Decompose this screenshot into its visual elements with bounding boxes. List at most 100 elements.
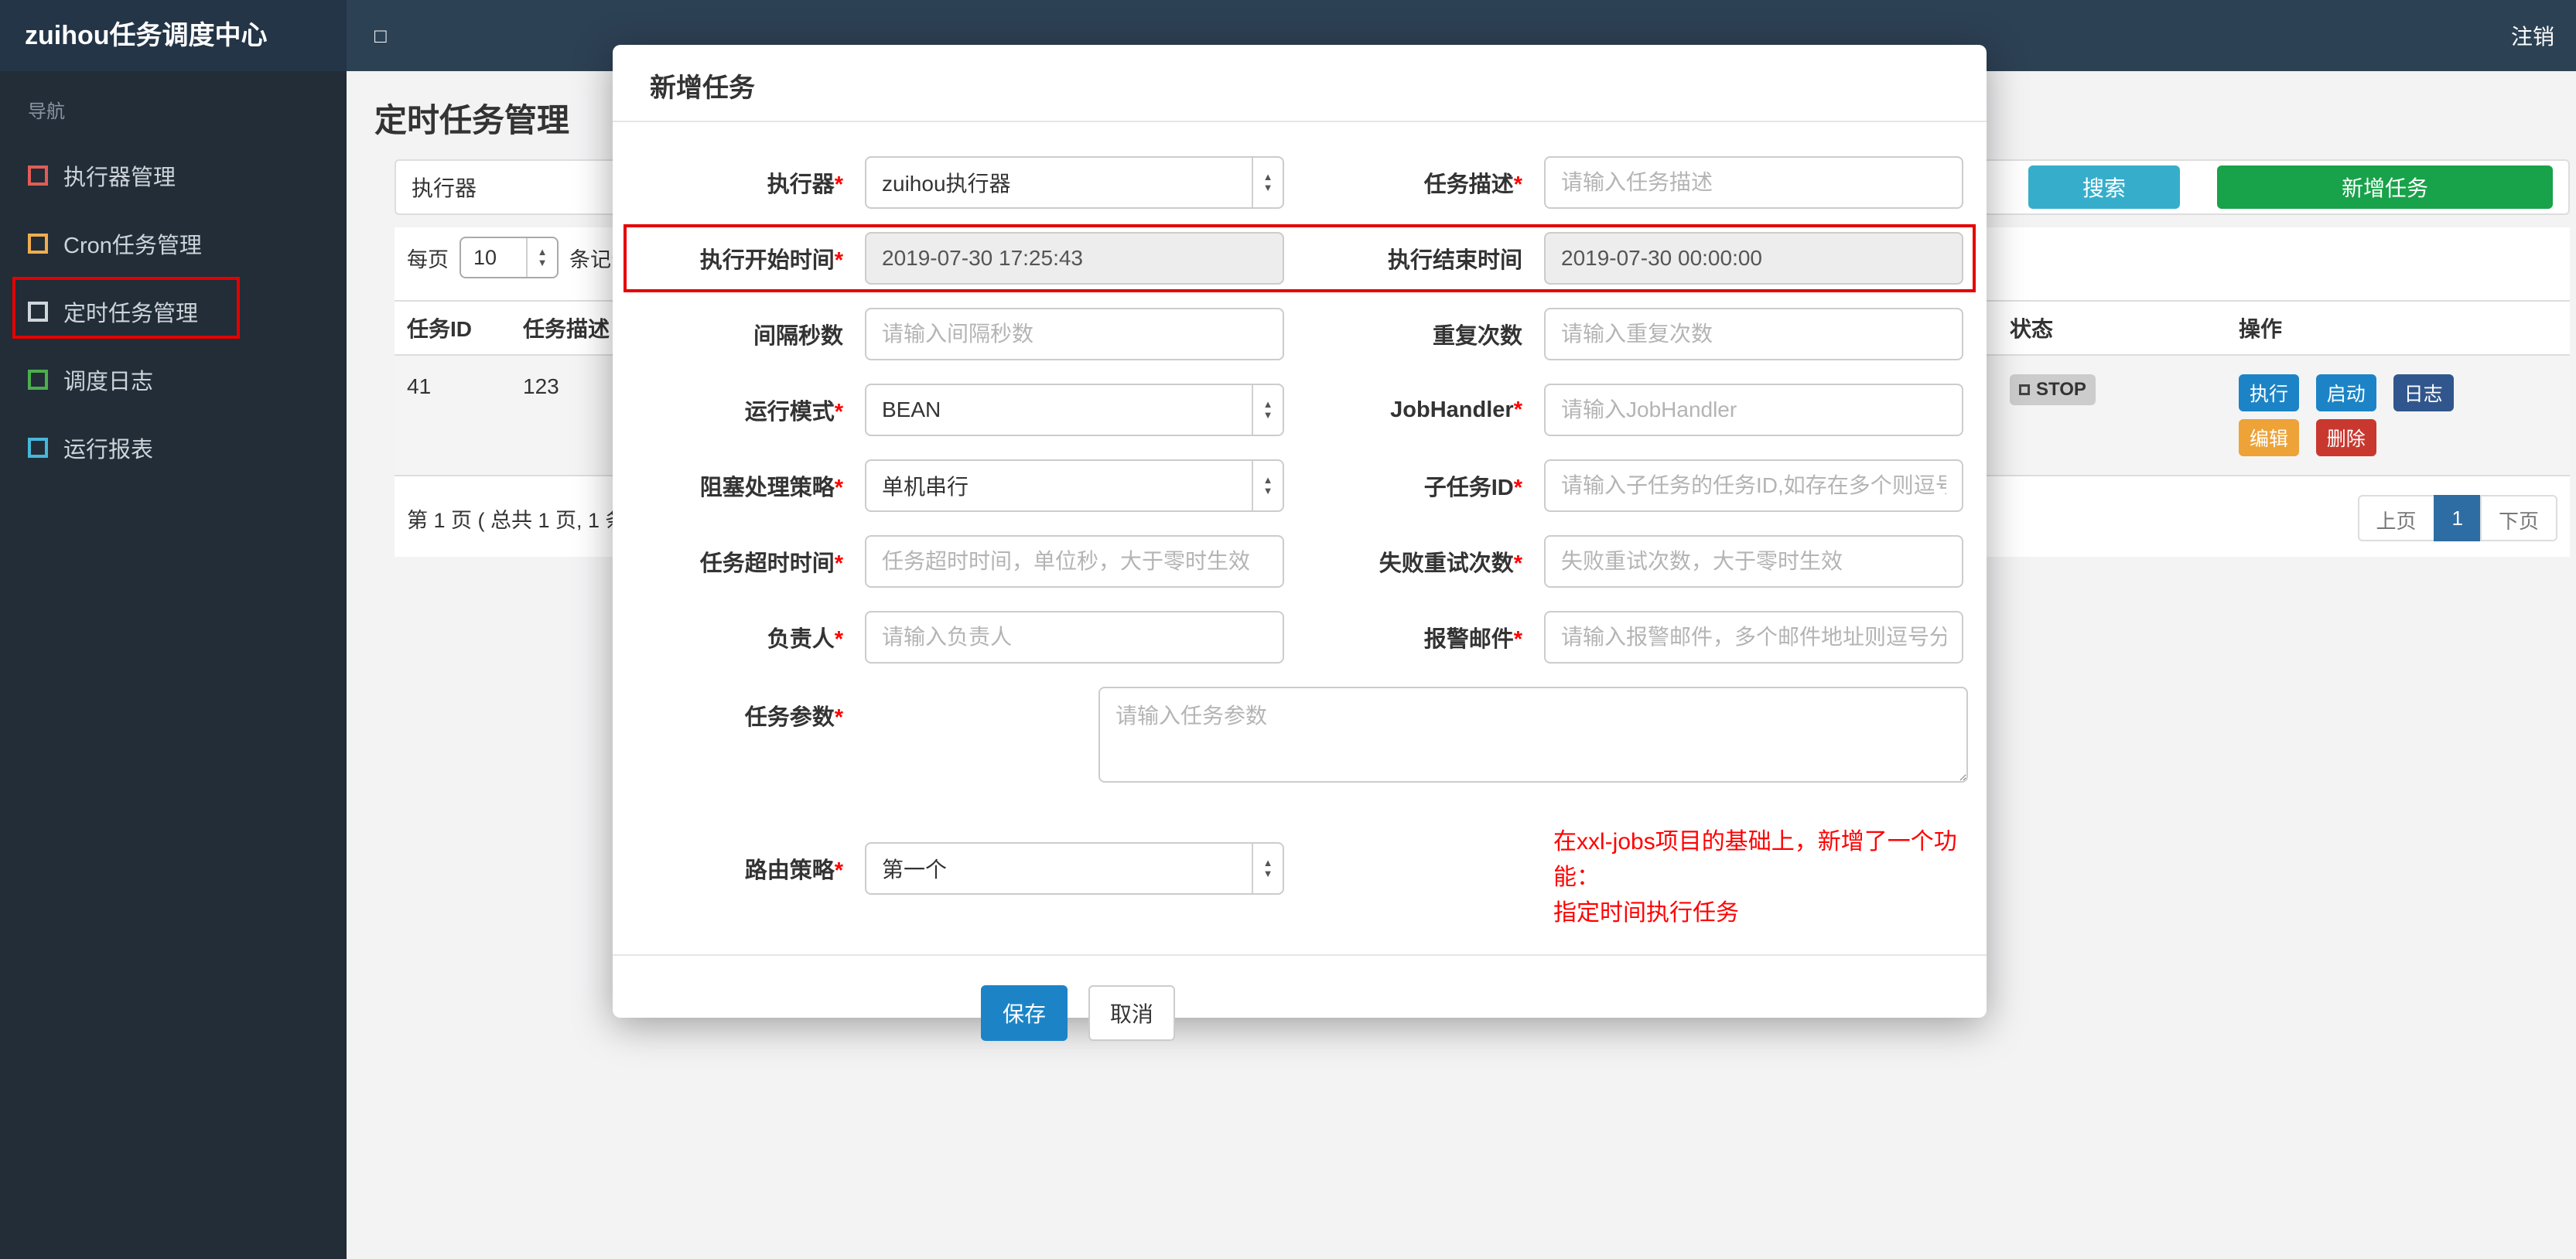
page-title: 定时任务管理: [374, 102, 570, 138]
timeout-input[interactable]: [865, 535, 1284, 588]
search-button[interactable]: 搜索: [2028, 165, 2180, 209]
stop-square-icon: [2019, 384, 2030, 395]
save-button[interactable]: 保存: [981, 985, 1068, 1041]
square-icon: [28, 438, 48, 458]
child-job-id-input[interactable]: [1544, 459, 1963, 512]
app-brand: zuihou任务调度中心: [0, 0, 347, 71]
job-desc-label: 任务描述*: [1423, 172, 1522, 197]
block-strategy-select[interactable]: 单机串行 ▲ ▼: [865, 459, 1284, 512]
col-header-actions: 操作: [2226, 300, 2570, 356]
app-root: zuihou任务调度中心 □ 注销 导航 执行器管理 Cron任务管理 定时任务…: [0, 0, 2576, 1259]
fail-retry-input[interactable]: [1544, 535, 1963, 588]
repeat-count-label: 重复次数: [1432, 324, 1522, 349]
glue-type-select[interactable]: BEAN ▲ ▼: [865, 384, 1284, 436]
cell-job-id: 41: [395, 355, 511, 476]
form-row-interval: 间隔秒数 重复次数: [631, 308, 1968, 360]
block-strategy-label: 阻塞处理策略*: [699, 476, 843, 500]
square-icon: [28, 302, 48, 322]
sidebar-item-cron-task-management[interactable]: Cron任务管理: [0, 210, 347, 278]
square-icon: [28, 165, 48, 186]
glue-type-label: 运行模式*: [744, 400, 843, 425]
select-arrows-icon: ▲ ▼: [1252, 844, 1283, 893]
modal-title: 新增任务: [613, 45, 1987, 122]
modal-body: 执行器* zuihou执行器 ▲▼ 任务描述* 执行开始时间* 执行结束时间 间…: [613, 122, 1987, 931]
length-prefix-label: 每页: [407, 247, 449, 271]
job-handler-label: JobHandler*: [1390, 397, 1522, 422]
sidebar-item-executor-management[interactable]: 执行器管理: [0, 142, 347, 210]
page-size-select[interactable]: 10 ▲ ▼: [460, 237, 559, 278]
sidebar-item-label: Cron任务管理: [63, 234, 202, 258]
route-strategy-select[interactable]: 第一个 ▲ ▼: [865, 842, 1284, 895]
block-strategy-select-value: 单机串行: [882, 475, 969, 499]
status-badge: STOP: [2010, 374, 2096, 405]
job-desc-input[interactable]: [1544, 156, 1963, 209]
col-header-status: 状态: [1997, 300, 2226, 356]
interval-input[interactable]: [865, 308, 1284, 360]
action-row-1: 执行 启动 日志: [2239, 374, 2557, 411]
job-handler-input[interactable]: [1544, 384, 1963, 436]
col-header-job-id: 任务ID: [395, 300, 511, 356]
modal-footer: 保存 取消: [613, 954, 1987, 1041]
start-time-label: 执行开始时间*: [699, 248, 843, 273]
cell-status: STOP: [1997, 355, 2226, 476]
repeat-count-input[interactable]: [1544, 308, 1963, 360]
prev-page-button[interactable]: 上页: [2357, 495, 2435, 541]
executor-select-value: zuihou执行器: [882, 172, 1011, 196]
end-time-input[interactable]: [1544, 232, 1963, 285]
select-arrows-icon: ▲ ▼: [1252, 461, 1283, 510]
form-row-author: 负责人* 报警邮件*: [631, 611, 1968, 664]
form-row-route-strategy: 路由策略* 第一个 ▲ ▼ 在xxl-jobs项目的基础上，新增了一个功能： 指定…: [631, 806, 1968, 931]
sidebar-item-label: 运行报表: [63, 438, 154, 462]
sidebar: 导航 执行器管理 Cron任务管理 定时任务管理 调度日志 运行报表: [0, 71, 347, 1259]
add-task-modal: 新增任务 执行器* zuihou执行器 ▲▼ 任务描述* 执行开始时间* 执行结…: [613, 45, 1987, 1041]
sidebar-section-label: 导航: [28, 101, 65, 122]
page-size-value: 10: [473, 245, 497, 269]
pagination: 上页 1 下页: [2357, 495, 2557, 541]
sidebar-item-scheduled-task-management[interactable]: 定时任务管理: [0, 278, 347, 346]
timeout-label: 任务超时时间*: [699, 551, 843, 576]
sidebar-item-label: 调度日志: [63, 370, 154, 394]
sidebar-item-dispatch-log[interactable]: 调度日志: [0, 346, 347, 414]
current-page-button[interactable]: 1: [2433, 495, 2482, 541]
interval-label: 间隔秒数: [753, 324, 843, 349]
square-icon: [28, 370, 48, 390]
form-row-executor: 执行器* zuihou执行器 ▲ ▼ 任务描述*: [631, 156, 1968, 209]
action-row-2: 编辑 删除: [2239, 419, 2557, 456]
logout-link[interactable]: 注销: [2511, 20, 2554, 51]
form-row-glue-type: 运行模式* BEAN ▲ ▼ JobHandler*: [631, 384, 1968, 436]
route-strategy-select-value: 第一个: [882, 858, 948, 882]
executor-label: 执行器*: [767, 172, 843, 197]
author-input[interactable]: [865, 611, 1284, 664]
add-task-button[interactable]: 新增任务: [2217, 165, 2553, 209]
log-button[interactable]: 日志: [2393, 374, 2454, 411]
sidebar-item-label: 执行器管理: [63, 165, 176, 190]
end-time-label: 执行结束时间: [1387, 248, 1522, 273]
start-time-input[interactable]: [865, 232, 1284, 285]
author-label: 负责人*: [767, 627, 843, 652]
sidebar-toggle-icon[interactable]: □: [374, 24, 387, 48]
child-job-id-label: 子任务ID*: [1423, 476, 1522, 500]
cancel-button[interactable]: 取消: [1088, 985, 1175, 1041]
select-arrows-icon: ▲ ▼: [526, 238, 557, 277]
fail-retry-label: 失败重试次数*: [1379, 551, 1522, 576]
next-page-button[interactable]: 下页: [2479, 495, 2557, 541]
executor-filter-label: 执行器: [412, 176, 477, 200]
modal-note: 在xxl-jobs项目的基础上，新增了一个功能： 指定时间执行任务: [1553, 824, 1968, 931]
select-arrows-icon: ▲ ▼: [1252, 158, 1283, 207]
job-param-textarea[interactable]: [1098, 687, 1968, 783]
alarm-email-input[interactable]: [1544, 611, 1963, 664]
form-row-block-strategy: 阻塞处理策略* 单机串行 ▲ ▼ 子任务ID*: [631, 459, 1968, 512]
modal-note-line2: 指定时间执行任务: [1553, 900, 1739, 926]
sidebar-item-run-report[interactable]: 运行报表: [0, 414, 347, 482]
start-button[interactable]: 启动: [2315, 374, 2376, 411]
alarm-email-label: 报警邮件*: [1423, 627, 1522, 652]
modal-note-line1: 在xxl-jobs项目的基础上，新增了一个功能：: [1553, 829, 1957, 890]
form-row-time annotation-rect-time-row: 执行开始时间* 执行结束时间: [624, 224, 1976, 292]
edit-button[interactable]: 编辑: [2239, 419, 2300, 456]
run-button[interactable]: 执行: [2239, 374, 2300, 411]
status-text: STOP: [2036, 379, 2086, 400]
glue-type-select-value: BEAN: [882, 397, 941, 421]
executor-select[interactable]: zuihou执行器 ▲ ▼: [865, 156, 1284, 209]
form-row-job-param: 任务参数*: [631, 687, 1968, 783]
delete-button[interactable]: 删除: [2315, 419, 2376, 456]
